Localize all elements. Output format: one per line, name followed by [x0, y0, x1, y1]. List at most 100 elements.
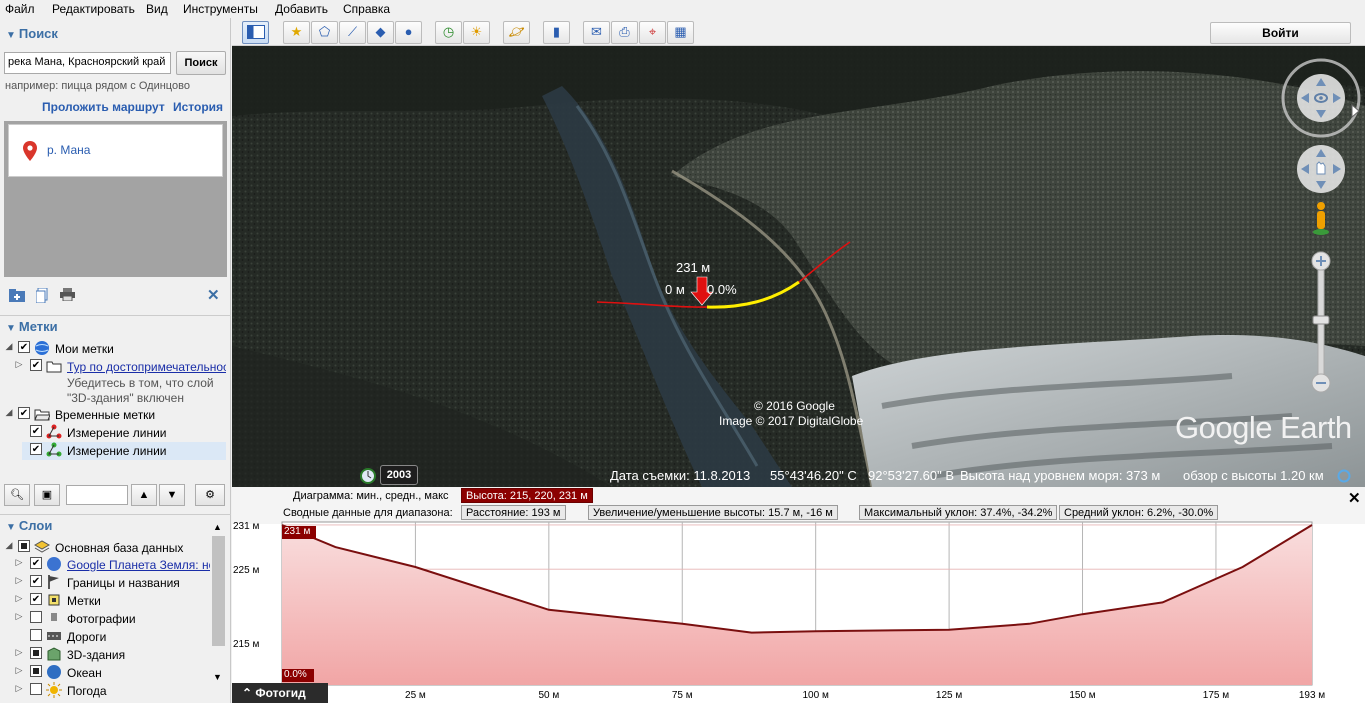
- expand-icon[interactable]: ▷: [14, 683, 24, 694]
- path-icon: ⟋: [347, 24, 358, 39]
- clock-icon[interactable]: [360, 468, 376, 484]
- collapse-icon[interactable]: ◢: [4, 407, 14, 418]
- expand-icon[interactable]: ▷: [14, 575, 24, 586]
- checkbox[interactable]: [18, 540, 30, 552]
- collapse-icon[interactable]: ▼: [6, 323, 16, 334]
- layers-scrollbar[interactable]: ▲ ▼: [211, 522, 226, 685]
- search-button[interactable]: Поиск: [176, 51, 226, 75]
- email-icon: ✉: [591, 24, 602, 39]
- directions-link[interactable]: Проложить маршрут: [42, 100, 165, 114]
- add-placemark-button[interactable]: ★: [283, 21, 310, 44]
- expand-icon[interactable]: ▷: [14, 647, 24, 658]
- search-result-label[interactable]: р. Мана: [47, 143, 90, 157]
- history-link[interactable]: История: [173, 100, 223, 114]
- record-tour-button[interactable]: ●: [395, 21, 422, 44]
- historical-imagery-button[interactable]: ◷: [435, 21, 462, 44]
- copy-icon[interactable]: [36, 288, 48, 303]
- layer-3d-buildings[interactable]: ▷ 3D-здания: [4, 646, 210, 664]
- checkbox[interactable]: [30, 443, 42, 455]
- tree-item-measure-line-selected[interactable]: Измерение линии: [22, 442, 226, 460]
- tour-button[interactable]: ⚙: [195, 484, 225, 506]
- search-section-header[interactable]: ▼ Поиск: [0, 23, 231, 45]
- tree-item-my-places[interactable]: ◢ Мои метки: [4, 340, 226, 358]
- navigation-controls[interactable]: [1280, 56, 1365, 446]
- panel-toggle-button[interactable]: ▣: [34, 484, 60, 506]
- checkbox[interactable]: [30, 557, 42, 569]
- expand-icon[interactable]: ▷: [14, 665, 24, 676]
- scroll-up-icon[interactable]: ▲: [213, 522, 222, 532]
- add-path-button[interactable]: ⟋: [339, 21, 366, 44]
- checkbox[interactable]: [30, 575, 42, 587]
- layer-roads[interactable]: Дороги: [4, 628, 210, 646]
- checkbox[interactable]: [30, 425, 42, 437]
- checkbox[interactable]: [30, 629, 42, 641]
- menu-tools[interactable]: Инструменты: [183, 2, 258, 16]
- collapse-icon[interactable]: ▼: [6, 522, 16, 533]
- zoom-slider[interactable]: [1311, 251, 1331, 393]
- expand-icon[interactable]: ▷: [14, 557, 24, 568]
- email-button[interactable]: ✉: [583, 21, 610, 44]
- places-filter-input[interactable]: [66, 485, 128, 505]
- photo-guide-button[interactable]: ⌃ Фотогид: [232, 683, 328, 703]
- imagery-year-badge[interactable]: 2003: [380, 465, 418, 485]
- pegman-icon[interactable]: [1313, 202, 1329, 235]
- tree-item-measure-line[interactable]: Измерение линии: [4, 424, 226, 442]
- x-tick-label: 125 м: [936, 690, 962, 701]
- search-result-item[interactable]: р. Мана: [8, 124, 223, 177]
- collapse-icon[interactable]: ◢: [4, 341, 14, 352]
- close-icon[interactable]: ✕: [207, 286, 220, 304]
- view-in-maps-button[interactable]: ⌖: [639, 21, 666, 44]
- save-image-button[interactable]: ▦: [667, 21, 694, 44]
- menu-view[interactable]: Вид: [146, 2, 168, 16]
- tree-item-label[interactable]: Тур по достопримечательностям: [67, 360, 226, 374]
- tree-item-temporary-places[interactable]: ◢ Временные метки: [4, 406, 226, 424]
- expand-icon[interactable]: ▷: [14, 611, 24, 622]
- planets-button[interactable]: 🪐︎: [503, 21, 530, 44]
- checkbox[interactable]: [30, 611, 42, 623]
- checkbox[interactable]: [18, 407, 30, 419]
- expand-icon[interactable]: ▷: [14, 593, 24, 604]
- menu-help[interactable]: Справка: [343, 2, 390, 16]
- layer-weather[interactable]: ▷ Погода: [4, 682, 210, 700]
- add-overlay-button[interactable]: ◆: [367, 21, 394, 44]
- add-polygon-button[interactable]: ⬠: [311, 21, 338, 44]
- layers-section-header[interactable]: ▼ Слои: [0, 514, 231, 536]
- print-button[interactable]: ⎙: [611, 21, 638, 44]
- menu-add[interactable]: Добавить: [275, 2, 328, 16]
- layer-places[interactable]: ▷ Метки: [4, 592, 210, 610]
- layer-borders[interactable]: ▷ Границы и названия: [4, 574, 210, 592]
- search-places-button[interactable]: 🔍︎: [4, 484, 30, 506]
- menu-file[interactable]: Файл: [5, 2, 35, 16]
- add-folder-icon[interactable]: [9, 288, 25, 302]
- layer-ocean[interactable]: ▷ Океан: [4, 664, 210, 682]
- checkbox[interactable]: [30, 647, 42, 659]
- sidebar-toggle-button[interactable]: [242, 21, 269, 44]
- sunlight-button[interactable]: ☀: [463, 21, 490, 44]
- checkbox[interactable]: [30, 665, 42, 677]
- move-joystick-icon[interactable]: [1297, 145, 1345, 193]
- layer-primary-database[interactable]: ◢ Основная база данных: [4, 539, 210, 557]
- collapse-icon[interactable]: ◢: [4, 540, 14, 551]
- checkbox[interactable]: [18, 341, 30, 353]
- checkbox[interactable]: [30, 683, 42, 695]
- sign-in-button[interactable]: Войти: [1210, 22, 1351, 44]
- move-up-button[interactable]: ▲: [131, 484, 157, 506]
- layer-photos[interactable]: ▷ Фотографии: [4, 610, 210, 628]
- elevation-chart[interactable]: 231 м 225 м 215 м 25 м 50 м 75 м 100 м 125 м 15…: [232, 487, 1365, 703]
- scroll-down-icon[interactable]: ▼: [213, 672, 222, 682]
- ruler-button[interactable]: ▮: [543, 21, 570, 44]
- layer-label[interactable]: Google Планета Земля: новое: [67, 558, 210, 572]
- places-section-header[interactable]: ▼ Метки: [0, 315, 231, 337]
- checkbox[interactable]: [30, 593, 42, 605]
- layer-whats-new[interactable]: ▷ Google Планета Земля: новое: [4, 556, 210, 574]
- collapse-icon[interactable]: ▼: [6, 30, 16, 41]
- move-down-button[interactable]: ▼: [159, 484, 185, 506]
- checkbox[interactable]: [30, 359, 42, 371]
- look-joystick-icon[interactable]: [1281, 58, 1361, 138]
- menu-edit[interactable]: Редактировать: [52, 2, 135, 16]
- expand-icon[interactable]: ▷: [14, 359, 24, 370]
- print-icon[interactable]: [60, 288, 75, 301]
- map-view[interactable]: 231 м 0 м 0.0% © 2016 Google Image © 201…: [232, 46, 1365, 487]
- search-input[interactable]: река Мана, Красноярский край: [4, 52, 171, 74]
- scroll-thumb[interactable]: [212, 536, 225, 646]
